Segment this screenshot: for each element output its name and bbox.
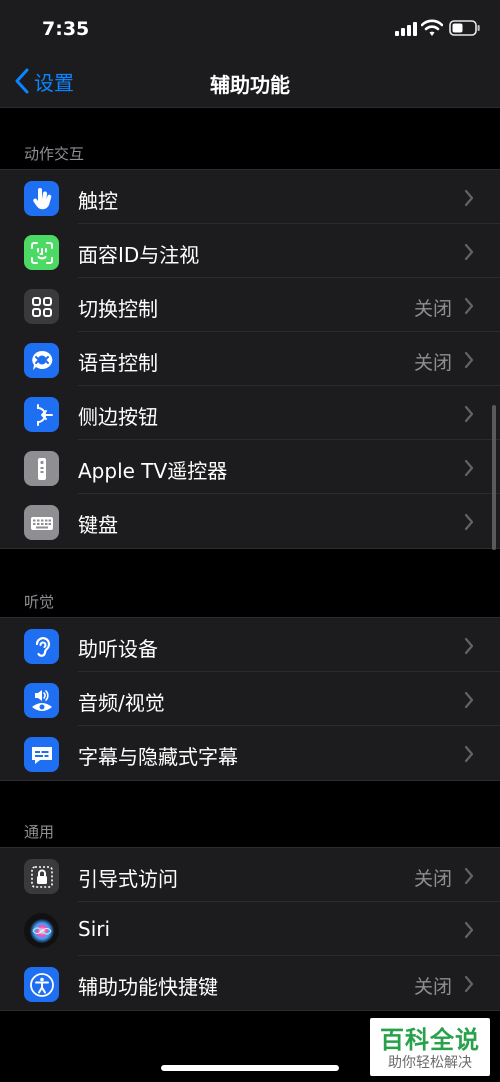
chevron-right-icon [464, 405, 474, 423]
row-label: 助听设备 [78, 637, 158, 661]
row-hearing-devices[interactable]: 助听设备 [0, 618, 500, 672]
row-value: 关闭 [413, 868, 452, 890]
chevron-right-icon [464, 189, 474, 207]
hearing-group: 助听设备 音频/视觉 字幕与隐藏式字幕 [0, 617, 500, 781]
subtitles-icon [24, 737, 59, 772]
row-audio-visual[interactable]: 音频/视觉 [0, 672, 500, 726]
row-subtitles[interactable]: 字幕与隐藏式字幕 [0, 726, 500, 780]
status-time: 7:35 [42, 18, 90, 40]
row-value: 关闭 [413, 976, 452, 998]
accessibility-icon [24, 967, 59, 1002]
scroll-indicator[interactable] [492, 405, 496, 550]
row-face-id[interactable]: 面容ID与注视 [0, 224, 500, 278]
row-side-button[interactable]: 侧边按钮 [0, 386, 500, 440]
ear-icon [24, 629, 59, 664]
keyboard-icon [24, 505, 59, 540]
row-touch[interactable]: 触控 [0, 170, 500, 224]
chevron-right-icon [464, 297, 474, 315]
home-indicator[interactable] [161, 1065, 339, 1071]
voice-control-icon [24, 343, 59, 378]
chevron-right-icon [464, 975, 474, 993]
chevron-right-icon [464, 513, 474, 531]
chevron-right-icon [464, 867, 474, 885]
wifi-icon [421, 19, 443, 36]
page-title: 辅助功能 [210, 73, 290, 97]
row-keyboard[interactable]: 键盘 [0, 494, 500, 548]
chevron-right-icon [464, 459, 474, 477]
chevron-right-icon [464, 637, 474, 655]
watermark-logo: 百科全说 助你轻松解决 [370, 1018, 490, 1076]
row-siri[interactable]: Siri [0, 902, 500, 956]
row-label: 侧边按钮 [78, 405, 158, 429]
navigation-bar: 设置 辅助功能 [0, 56, 500, 108]
row-label: 语音控制 [78, 351, 158, 375]
section-header-hearing: 听觉 [24, 593, 55, 611]
section-header-general: 通用 [24, 823, 55, 841]
row-label: Siri [78, 917, 111, 941]
row-label: 触控 [78, 189, 118, 213]
general-group: 引导式访问 关闭 Siri 辅助功能快捷键 关闭 [0, 847, 500, 1011]
battery-icon [449, 20, 480, 36]
row-label: 切换控制 [78, 297, 158, 321]
row-switch-control[interactable]: 切换控制 关闭 [0, 278, 500, 332]
siri-icon [24, 913, 59, 948]
chevron-right-icon [464, 351, 474, 369]
row-label: 面容ID与注视 [78, 243, 200, 267]
watermark-title: 百科全说 [380, 1026, 480, 1054]
chevron-right-icon [464, 243, 474, 261]
cellular-signal-icon [395, 22, 417, 36]
switch-control-icon [24, 289, 59, 324]
row-guided-access[interactable]: 引导式访问 关闭 [0, 848, 500, 902]
guided-access-lock-icon [24, 859, 59, 894]
chevron-right-icon [464, 745, 474, 763]
row-value: 关闭 [413, 298, 452, 320]
chevron-right-icon [464, 691, 474, 709]
section-header-interaction: 动作交互 [24, 145, 85, 163]
row-label: Apple TV遥控器 [78, 459, 228, 483]
face-id-icon [24, 235, 59, 270]
hand-touch-icon [24, 181, 59, 216]
row-label: 辅助功能快捷键 [78, 975, 218, 999]
chevron-right-icon [464, 921, 474, 939]
watermark-subtitle: 助你轻松解决 [388, 1055, 472, 1071]
row-label: 音频/视觉 [78, 691, 165, 715]
row-value: 关闭 [413, 352, 452, 374]
row-tv-remote[interactable]: Apple TV遥控器 [0, 440, 500, 494]
audio-visual-icon [24, 683, 59, 718]
row-accessibility-shortcut[interactable]: 辅助功能快捷键 关闭 [0, 956, 500, 1010]
row-label: 引导式访问 [78, 867, 178, 891]
tv-remote-icon [24, 451, 59, 486]
interaction-group: 触控 面容ID与注视 切换控制 关闭 语音控制 关闭 侧边按钮 Apple TV… [0, 169, 500, 549]
row-voice-control[interactable]: 语音控制 关闭 [0, 332, 500, 386]
row-label: 键盘 [78, 513, 118, 537]
status-bar: 7:35 [0, 0, 500, 56]
side-button-icon [24, 397, 59, 432]
row-label: 字幕与隐藏式字幕 [78, 745, 238, 769]
